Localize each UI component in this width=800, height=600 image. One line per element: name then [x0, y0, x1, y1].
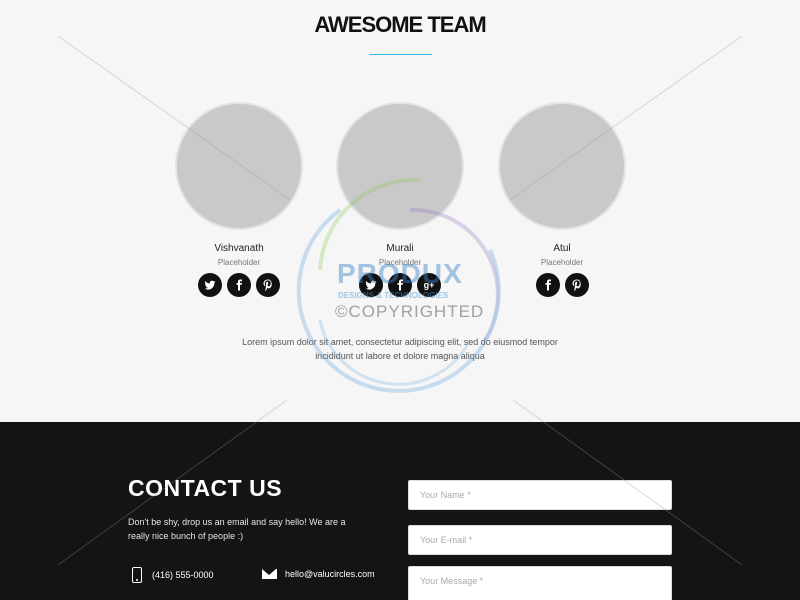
message-textarea[interactable]	[408, 566, 672, 600]
name-input[interactable]	[408, 480, 672, 510]
member-photo	[498, 102, 626, 230]
facebook-link[interactable]	[535, 273, 560, 297]
google-plus-icon: g+	[423, 280, 435, 290]
contact-title: CONTACT US	[128, 475, 283, 501]
team-member-card: Murali Placeholder g+	[335, 102, 465, 297]
member-socials	[497, 273, 627, 297]
twitter-link[interactable]	[198, 273, 222, 297]
twitter-link[interactable]	[359, 273, 383, 297]
member-role: Placeholder	[540, 258, 584, 267]
member-photo	[336, 102, 464, 230]
facebook-icon	[236, 279, 242, 291]
twitter-icon	[365, 280, 377, 290]
member-role: Placeholder	[217, 258, 261, 267]
team-description: Lorem ipsum dolor sit amet, consectetur …	[242, 337, 558, 361]
title-underline	[369, 54, 432, 55]
member-photo	[175, 102, 303, 230]
facebook-icon	[545, 279, 551, 291]
facebook-link[interactable]	[388, 273, 412, 297]
member-socials: g+	[335, 273, 465, 297]
pinterest-link[interactable]	[564, 273, 589, 297]
google-plus-link[interactable]: g+	[417, 273, 441, 297]
pinterest-link[interactable]	[256, 273, 280, 297]
member-name: Atul	[553, 243, 571, 254]
mail-icon	[262, 569, 277, 579]
member-name: Murali	[386, 243, 414, 254]
member-name: Vishvanath	[214, 243, 264, 254]
team-member-card: Atul Placeholder	[497, 102, 627, 297]
email-input[interactable]	[408, 525, 672, 555]
contact-phone: (416) 555-0000	[132, 567, 214, 583]
member-role: Placeholder	[378, 258, 422, 267]
facebook-link[interactable]	[227, 273, 251, 297]
contact-intro: Don't be shy, drop us an email and say h…	[128, 517, 346, 541]
pinterest-icon	[572, 279, 581, 291]
email-address[interactable]: hello@valucircles.com	[285, 569, 375, 579]
team-member-card: Vishvanath Placeholder	[174, 102, 304, 297]
phone-icon	[132, 567, 142, 583]
team-title: AWESOME TEAM	[314, 12, 486, 37]
phone-number: (416) 555-0000	[152, 570, 214, 580]
pinterest-icon	[263, 279, 272, 291]
team-section: AWESOME TEAM Vishvanath Placeholder Mura…	[0, 0, 800, 422]
contact-section: CONTACT US Don't be shy, drop us an emai…	[0, 422, 800, 600]
facebook-icon	[397, 279, 403, 291]
twitter-icon	[204, 280, 216, 290]
contact-email: hello@valucircles.com	[262, 569, 375, 579]
member-socials	[174, 273, 304, 297]
